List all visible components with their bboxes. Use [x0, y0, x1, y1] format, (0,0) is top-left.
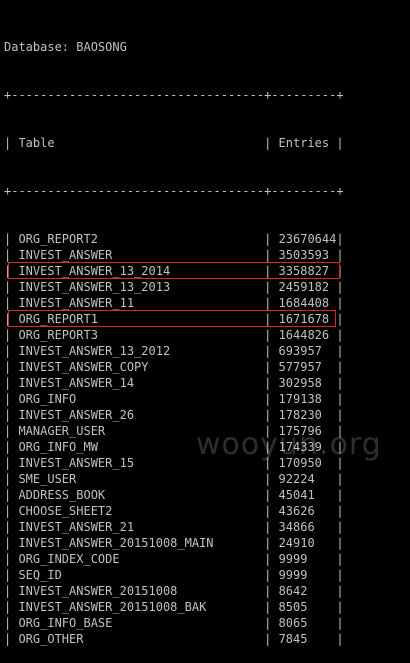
- table-row: | ORG_INFO_BASE | 8065 |: [4, 616, 344, 630]
- terminal-output: Database: BAOSONG +---------------------…: [4, 7, 344, 663]
- table-row: | INVEST_ANSWER_20151008 | 8642 |: [4, 584, 344, 598]
- entries-cell: 24910: [278, 536, 315, 550]
- entries-cell: 3358827: [278, 264, 330, 278]
- table-name-cell: INVEST_ANSWER_13_2014: [18, 264, 171, 278]
- table-row: | INVEST_ANSWER_13_2014 | 3358827 |: [4, 264, 344, 278]
- table-name-cell: INVEST_ANSWER_20151008_BAK: [18, 600, 207, 614]
- table-name-cell: ORG_OTHER: [18, 632, 84, 646]
- table-row: | INVEST_ANSWER_13_2012 | 693957 |: [4, 344, 344, 358]
- table-border-mid: +-----------------------------------+---…: [4, 184, 344, 198]
- table-row: | ORG_REPORT1 | 1671678 |: [4, 312, 344, 326]
- table-row: | INVEST_ANSWER_26 | 178230 |: [4, 408, 344, 422]
- table-name-cell: INVEST_ANSWER_20151008: [18, 584, 178, 598]
- entries-cell: 34866: [278, 520, 315, 534]
- entries-cell: 8642: [278, 584, 308, 598]
- entries-cell: 43626: [278, 504, 315, 518]
- table-row: | CHOOSE_SHEET2 | 43626 |: [4, 504, 344, 518]
- entries-cell: 3503593: [278, 248, 330, 262]
- table-name-cell: INVEST_ANSWER_14: [18, 376, 135, 390]
- table-row: | INVEST_ANSWER_11 | 1684408 |: [4, 296, 344, 310]
- table-row: | INVEST_ANSWER_14 | 302958 |: [4, 376, 344, 390]
- table-row: | SEQ_ID | 9999 |: [4, 568, 344, 582]
- entries-cell: 45041: [278, 488, 315, 502]
- table-row: | INVEST_ANSWER_20151008_BAK | 8505 |: [4, 600, 344, 614]
- table-border-top: +-----------------------------------+---…: [4, 88, 344, 102]
- entries-cell: 1644826: [278, 328, 330, 342]
- table-name-cell: INVEST_ANSWER: [18, 248, 113, 262]
- entries-cell: 577957: [278, 360, 322, 374]
- watermark: wooyun.org: [196, 427, 382, 462]
- table-row: | ORG_INFO | 179138 |: [4, 392, 344, 406]
- table-row: | ADDRESS_BOOK | 45041 |: [4, 488, 344, 502]
- table-row: | INVEST_ANSWER | 3503593 |: [4, 248, 344, 262]
- entries-cell: 9999: [278, 552, 308, 566]
- table-name-cell: CHOOSE_SHEET2: [18, 504, 113, 518]
- table-name-cell: MANAGER_USER: [18, 424, 106, 438]
- entries-cell: 8505: [278, 600, 308, 614]
- table-row: | INVEST_ANSWER_13_2013 | 2459182 |: [4, 280, 344, 294]
- table-row: | INVEST_ANSWER_21 | 34866 |: [4, 520, 344, 534]
- entries-cell: 8065: [278, 616, 308, 630]
- table-name-cell: ORG_REPORT2: [18, 232, 98, 246]
- table-row: | ORG_REPORT2 | 23670644|: [4, 232, 344, 246]
- table-name-cell: ORG_INFO_MW: [18, 440, 98, 454]
- table-name-cell: INVEST_ANSWER_21: [18, 520, 135, 534]
- entries-cell: 2459182: [278, 280, 330, 294]
- table-name-cell: ORG_INFO_BASE: [18, 616, 113, 630]
- table-name-cell: SME_USER: [18, 472, 77, 486]
- table-name-cell: ORG_INFO: [18, 392, 77, 406]
- entries-cell: 302958: [278, 376, 322, 390]
- entries-cell: 1671678: [278, 312, 330, 326]
- table-name-cell: ORG_REPORT1: [18, 312, 98, 326]
- table-row: | ORG_OTHER | 7845 |: [4, 632, 344, 646]
- table-row: | SME_USER | 92224 |: [4, 472, 344, 486]
- entries-cell: 1684408: [278, 296, 330, 310]
- entries-cell: 92224: [278, 472, 315, 486]
- table-row: | ORG_INDEX_CODE | 9999 |: [4, 552, 344, 566]
- table-name-cell: INVEST_ANSWER_15: [18, 456, 135, 470]
- database-line: Database: BAOSONG: [4, 40, 127, 54]
- entries-cell: 179138: [278, 392, 322, 406]
- table-header: | Table | Entries |: [4, 136, 344, 150]
- table-name-cell: INVEST_ANSWER_13_2012: [18, 344, 171, 358]
- table-name-cell: INVEST_ANSWER_COPY: [18, 360, 149, 374]
- table-row: | INVEST_ANSWER_20151008_MAIN | 24910 |: [4, 536, 344, 550]
- table-name-cell: INVEST_ANSWER_11: [18, 296, 135, 310]
- table-name-cell: ADDRESS_BOOK: [18, 488, 106, 502]
- entries-cell: 7845: [278, 632, 308, 646]
- table-name-cell: INVEST_ANSWER_13_2013: [18, 280, 171, 294]
- entries-cell: 9999: [278, 568, 308, 582]
- table-name-cell: INVEST_ANSWER_20151008_MAIN: [18, 536, 214, 550]
- table-row: | ORG_REPORT3 | 1644826 |: [4, 328, 344, 342]
- table-name-cell: ORG_REPORT3: [18, 328, 98, 342]
- entries-cell: 23670644: [278, 232, 337, 246]
- table-name-cell: ORG_INDEX_CODE: [18, 552, 120, 566]
- entries-cell: 178230: [278, 408, 322, 422]
- entries-cell: 693957: [278, 344, 322, 358]
- table-name-cell: INVEST_ANSWER_26: [18, 408, 135, 422]
- table-name-cell: SEQ_ID: [18, 568, 62, 582]
- table-row: | INVEST_ANSWER_COPY | 577957 |: [4, 360, 344, 374]
